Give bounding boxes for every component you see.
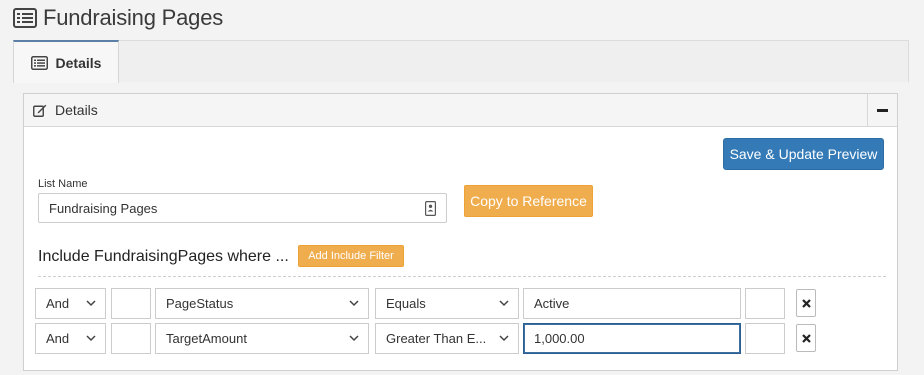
operator-value: Greater Than E...: [386, 331, 487, 346]
details-panel: Details Save & Update Preview List Name …: [23, 93, 898, 371]
conjunction-value: And: [46, 296, 70, 311]
conjunction-value: And: [46, 331, 70, 346]
filter-value-input[interactable]: 1,000.00: [523, 323, 741, 354]
chevron-down-icon: [349, 300, 359, 307]
save-update-preview-button[interactable]: Save & Update Preview: [723, 138, 884, 170]
close-paren-input[interactable]: [745, 323, 785, 354]
list-name-input[interactable]: Fundraising Pages: [38, 193, 447, 223]
panel-title: Details: [55, 102, 98, 118]
conjunction-select[interactable]: And: [35, 288, 106, 319]
operator-select[interactable]: Greater Than E...: [375, 323, 519, 354]
list-name-label: List Name: [38, 178, 88, 190]
chevron-down-icon: [86, 335, 96, 342]
list-icon: [13, 8, 37, 28]
remove-filter-button[interactable]: [796, 324, 816, 352]
field-value: PageStatus: [166, 296, 234, 311]
panel-header: Details: [24, 94, 897, 127]
page-title-text: Fundraising Pages: [43, 5, 224, 30]
copy-to-reference-button[interactable]: Copy to Reference: [464, 185, 593, 217]
close-icon: [801, 333, 811, 343]
field-select[interactable]: PageStatus: [155, 288, 369, 319]
remove-filter-button[interactable]: [796, 289, 816, 317]
open-paren-input[interactable]: [111, 323, 151, 354]
list-icon: [30, 55, 48, 70]
chevron-down-icon: [499, 335, 509, 342]
open-paren-input[interactable]: [111, 288, 151, 319]
tab-details[interactable]: Details: [13, 40, 119, 83]
include-label: Include FundraisingPages where ...: [38, 248, 289, 265]
list-name-value: Fundraising Pages: [49, 200, 158, 216]
add-include-filter-button[interactable]: Add Include Filter: [298, 245, 404, 267]
field-select[interactable]: TargetAmount: [155, 323, 369, 354]
collapse-button[interactable]: [867, 94, 897, 126]
conjunction-select[interactable]: And: [35, 323, 106, 354]
divider: [38, 276, 886, 277]
filter-row: And TargetAmount Greater Than E... 1,000…: [35, 323, 825, 354]
close-icon: [801, 298, 811, 308]
filter-row: And PageStatus Equals Active: [35, 288, 825, 319]
field-value: TargetAmount: [166, 331, 247, 346]
chevron-down-icon: [499, 300, 509, 307]
contact-card-icon[interactable]: [425, 201, 436, 216]
operator-select[interactable]: Equals: [375, 288, 519, 319]
tab-details-label: Details: [55, 54, 102, 71]
operator-value: Equals: [386, 296, 426, 311]
close-paren-input[interactable]: [745, 288, 785, 319]
minus-icon: [877, 108, 888, 112]
filter-value: 1,000.00: [534, 331, 585, 346]
chevron-down-icon: [349, 335, 359, 342]
filter-value: Active: [534, 296, 570, 311]
chevron-down-icon: [86, 300, 96, 307]
filter-value-input[interactable]: Active: [523, 288, 741, 319]
tab-bar: Details: [13, 40, 909, 83]
edit-icon: [33, 104, 47, 117]
page-title: Fundraising Pages: [13, 4, 223, 32]
